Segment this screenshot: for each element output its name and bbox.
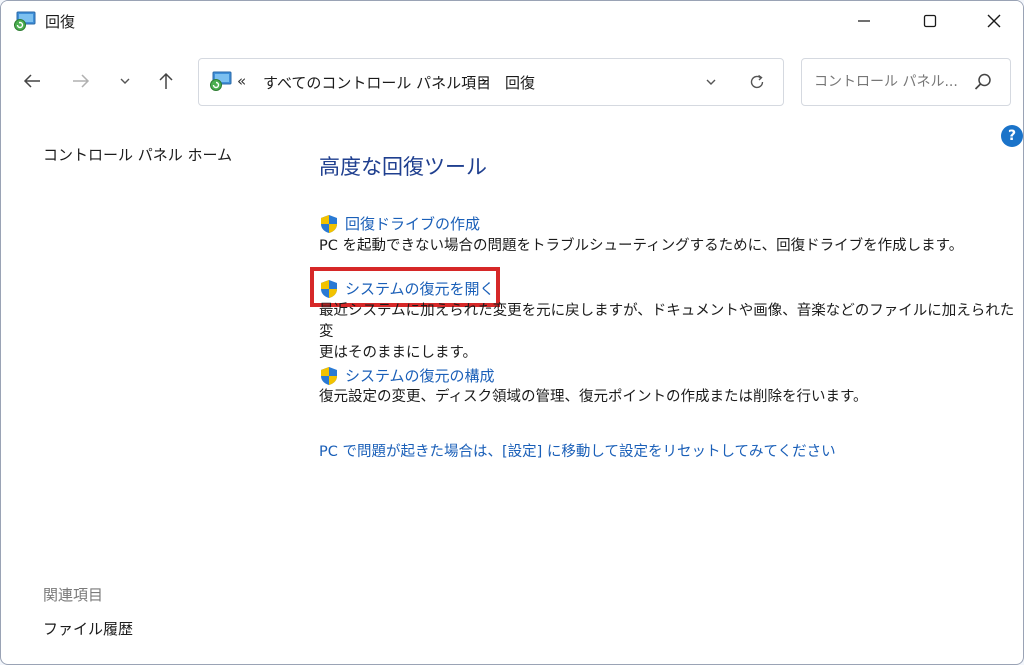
back-button[interactable] [17,63,47,99]
create-recovery-drive-link[interactable]: 回復ドライブの作成 [319,213,480,234]
breadcrumb-all-items[interactable]: すべてのコントロール パネル項目 [263,72,491,93]
description-line: 最近システムに加えられた変更を元に戻しますが、ドキュメントや画像、音楽などのファ… [319,303,1015,340]
description-line: 更はそのままにします。 [319,345,478,361]
up-button[interactable] [151,63,181,99]
breadcrumb-separator[interactable]: › [481,72,487,90]
configure-system-restore-label[interactable]: システムの復元の構成 [345,365,495,386]
minimize-button[interactable] [841,5,887,37]
arrow-up-icon [159,72,173,89]
maximize-button[interactable] [907,5,953,37]
maximize-icon [923,14,937,28]
recovery-app-icon [13,10,37,32]
control-panel-window: 回復 « すべてのコントロール パネル項目 › 回復 コントロール パネル...… [0,0,1024,665]
file-history-link[interactable]: ファイル履歴 [43,618,133,639]
breadcrumb-recovery[interactable]: 回復 [505,72,535,93]
minimize-icon [858,20,870,22]
recent-locations-button[interactable] [110,63,140,99]
page-title: 高度な回復ツール [319,155,487,179]
arrow-right-icon [73,74,90,88]
chevron-down-icon [120,78,130,84]
refresh-button[interactable] [742,67,772,97]
create-recovery-drive-description: PC を起動できない場合の問題をトラブルシューティングするために、回復ドライブを… [319,238,964,254]
close-button[interactable] [971,5,1017,37]
control-panel-home-link[interactable]: コントロール パネル ホーム [43,144,232,165]
configure-system-restore-link[interactable]: システムの復元の構成 [319,365,495,386]
configure-system-restore-description: 復元設定の変更、ディスク領域の管理、復元ポイントの作成または削除を行います。 [319,389,868,405]
search-box[interactable] [801,58,1011,106]
related-heading: 関連項目 [43,586,104,604]
forward-button[interactable] [66,63,96,99]
chevron-down-icon [706,79,716,85]
close-icon [987,14,1001,28]
create-recovery-drive-label[interactable]: 回復ドライブの作成 [345,213,480,234]
control-panel-icon [209,70,233,92]
reset-pc-settings-link[interactable]: PC で問題が起きた場合は、[設定] に移動して設定をリセットしてみてください [319,440,836,461]
help-button[interactable]: ? [1001,125,1023,147]
title-bar: 回復 [1,1,1023,43]
refresh-icon [750,74,764,89]
uac-shield-icon [321,214,337,233]
uac-shield-icon [321,366,337,385]
window-title: 回復 [45,13,76,31]
address-overflow[interactable]: « [237,72,246,90]
open-system-restore-description: 最近システムに加えられた変更を元に戻しますが、ドキュメントや画像、音楽などのファ… [319,301,1023,364]
search-input[interactable] [812,70,966,94]
arrow-left-icon [23,74,40,88]
address-dropdown-button[interactable] [697,67,725,97]
search-icon[interactable] [972,71,994,93]
address-bar[interactable]: « すべてのコントロール パネル項目 › 回復 [198,58,784,106]
